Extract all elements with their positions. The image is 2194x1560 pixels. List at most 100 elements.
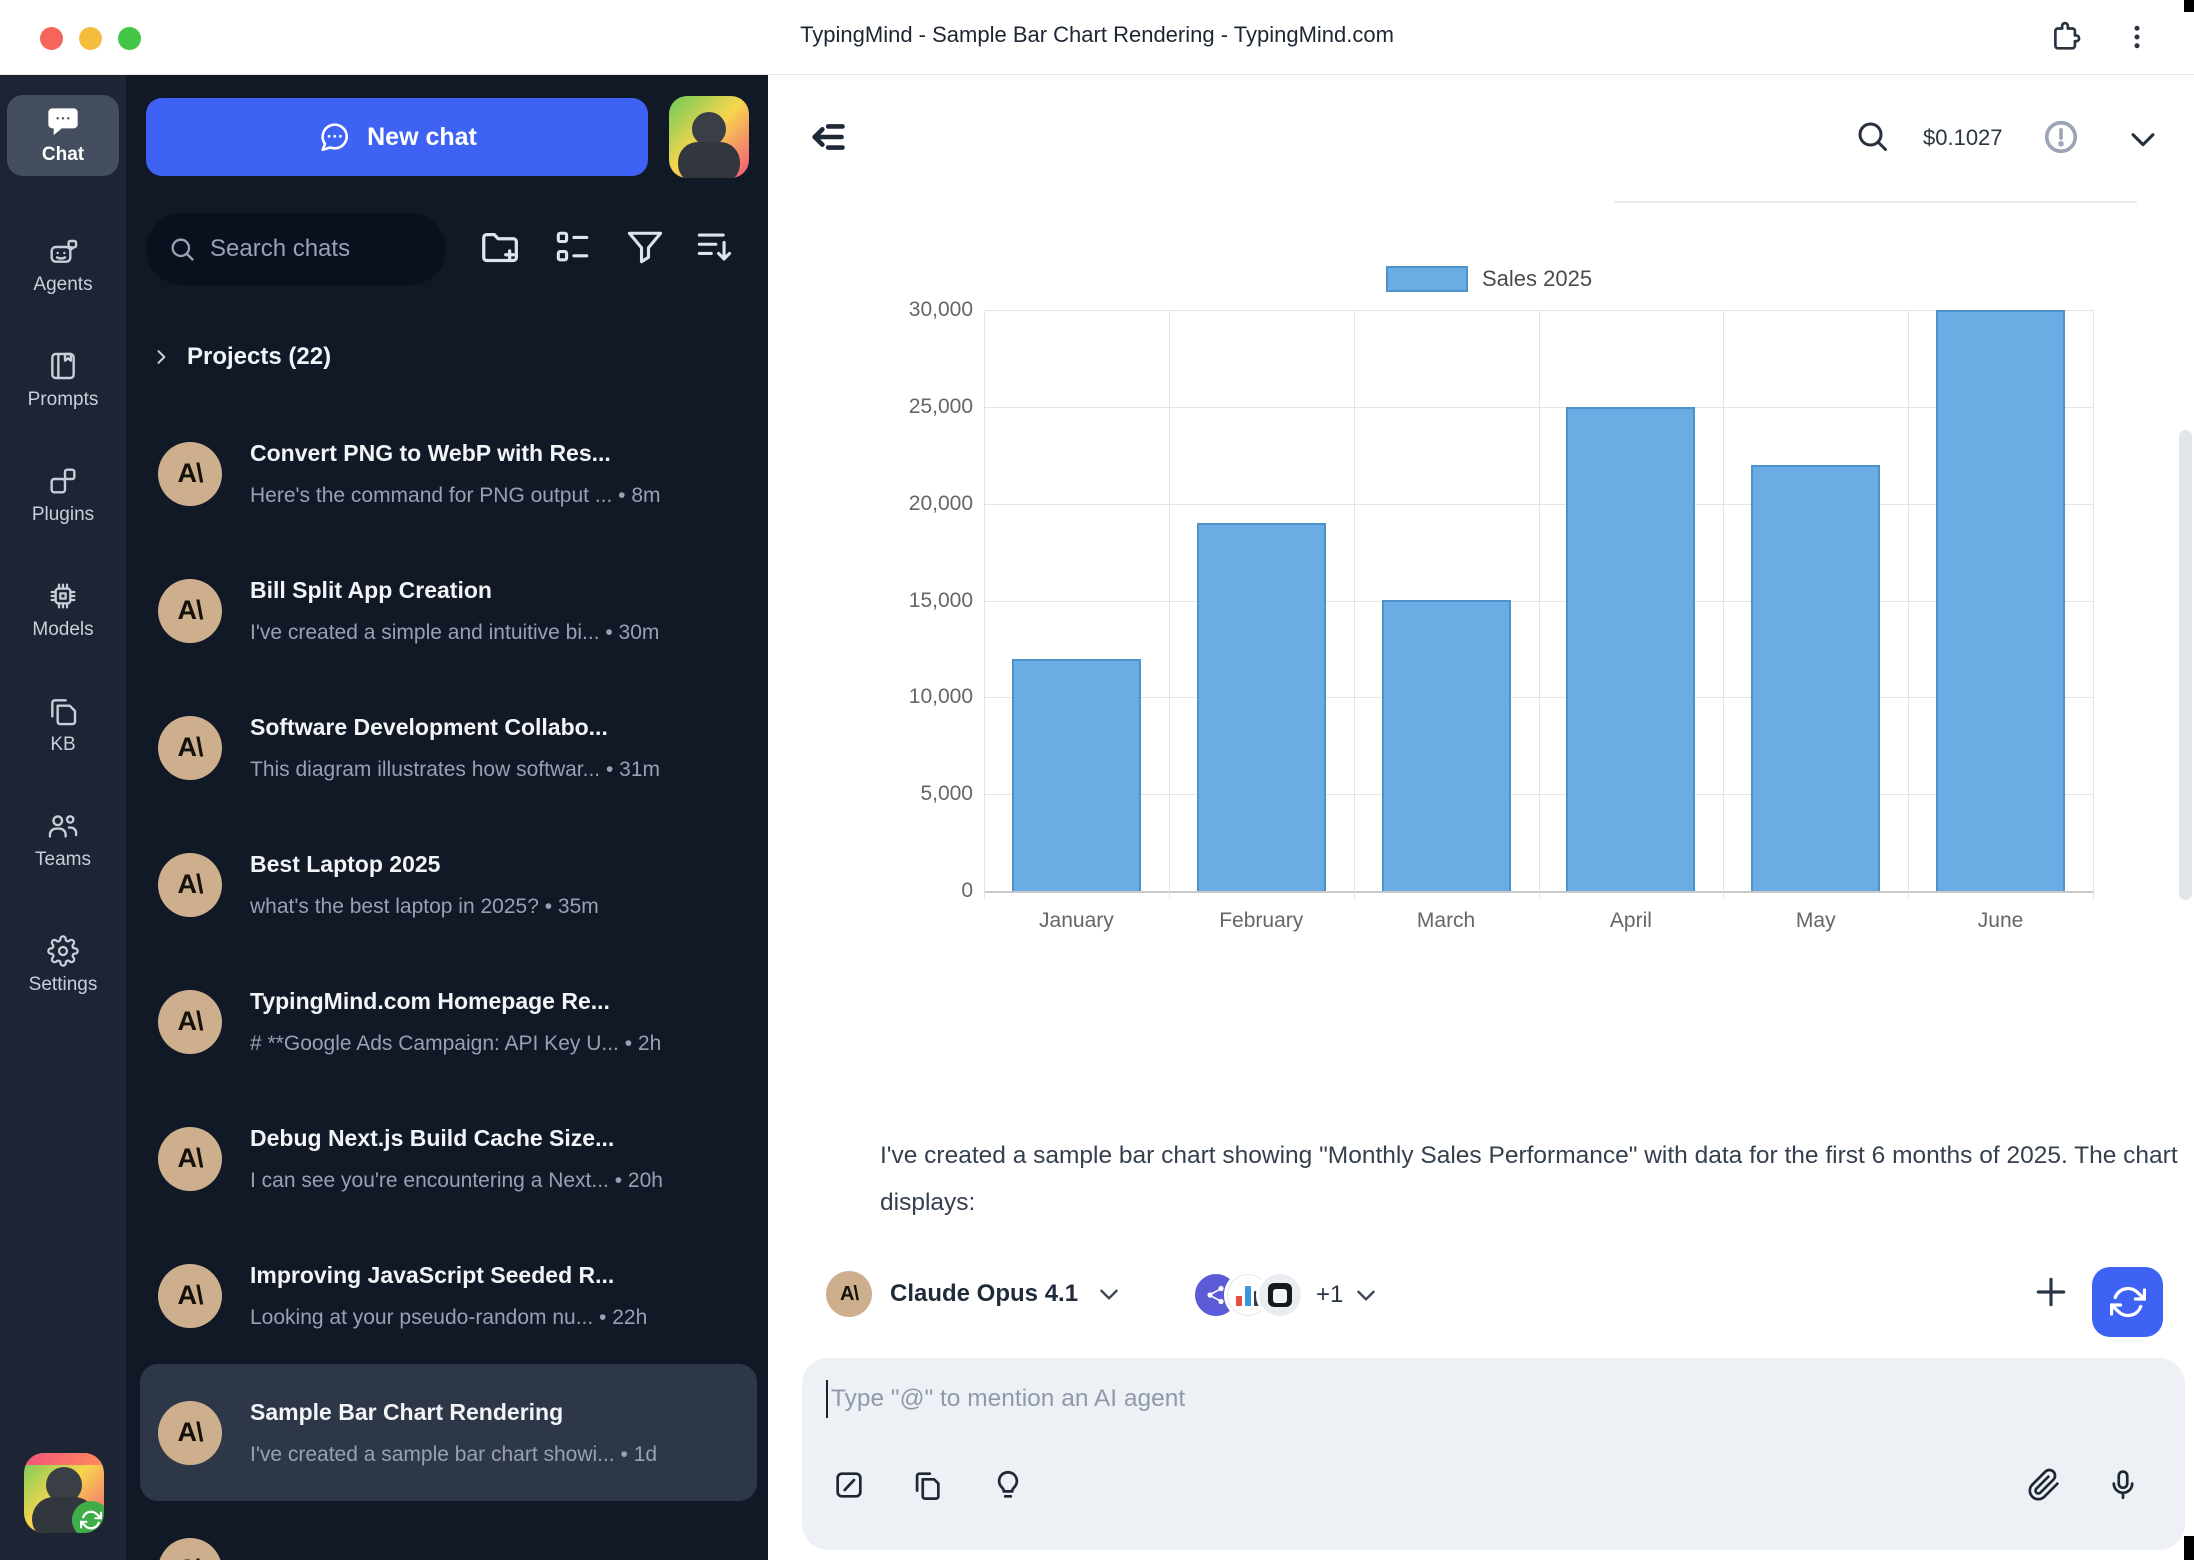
cost-display[interactable]: $0.1027 — [1923, 125, 2003, 151]
x-axis-tick: April — [1539, 909, 1724, 933]
text-caret — [826, 1380, 828, 1418]
chat-list-item[interactable]: A\Debug Next.js Build Cache Size...I can… — [140, 1090, 757, 1227]
lightbulb-icon[interactable] — [991, 1468, 1025, 1502]
projects-section-toggle[interactable]: Projects (22) — [151, 343, 331, 371]
rail-item-plugins[interactable]: Plugins — [7, 455, 119, 536]
plugin-canvas-icon — [1256, 1271, 1304, 1319]
chat-list-item[interactable]: A\TypingMind.com Homepage Re...# **Googl… — [140, 953, 757, 1090]
user-avatar[interactable] — [24, 1453, 104, 1533]
gear-icon — [47, 935, 79, 967]
chat-list-item[interactable]: A\Convert PNG to WebP with Res...Here's … — [140, 405, 757, 542]
sales-bar-chart: Sales 2025 30,00025,00020,00015,00010,00… — [768, 265, 2194, 1065]
rail-item-label: Models — [32, 619, 93, 641]
profile-avatar[interactable] — [669, 96, 749, 178]
y-axis-tick: 5,000 — [788, 782, 973, 806]
search-chats-box — [146, 213, 446, 285]
chat-list-item[interactable]: A\ Best Laptop 2025 what's the best laptop… — [140, 816, 757, 953]
title-bar: TypingMind - Sample Bar Chart Rendering … — [0, 0, 2194, 75]
model-selector[interactable]: A\ Claude Opus 4.1 — [820, 1270, 1128, 1318]
rail-item-kb[interactable]: KB — [7, 685, 119, 766]
microphone-icon[interactable] — [2106, 1468, 2140, 1502]
attachment-icon[interactable] — [2027, 1468, 2061, 1502]
bar-june[interactable] — [1936, 310, 2065, 891]
y-axis-tick: 20,000 — [788, 492, 973, 516]
anthropic-avatar: A\ — [158, 579, 222, 643]
sync-badge-icon — [72, 1501, 104, 1533]
x-axis-tick: March — [1354, 909, 1539, 933]
chat-title: Software Development Collabo... — [250, 714, 660, 741]
model-row: A\ Claude Opus 4.1 +1 — [768, 1270, 2194, 1345]
y-axis-tick: 30,000 — [788, 298, 973, 322]
anthropic-avatar: A\ — [158, 853, 222, 917]
rail-item-label: Chat — [42, 144, 84, 166]
extensions-icon[interactable] — [2048, 20, 2082, 54]
assistant-message: I've created a sample bar chart showing … — [880, 1132, 2194, 1228]
rail-item-label: Prompts — [28, 389, 99, 411]
regenerate-button[interactable] — [2092, 1267, 2163, 1337]
chat-title: Best Laptop 2025 — [250, 851, 599, 878]
add-button[interactable] — [2026, 1272, 2076, 1312]
y-axis-tick: 0 — [788, 879, 973, 903]
anthropic-avatar: A\ — [158, 442, 222, 506]
bar-february[interactable] — [1197, 523, 1326, 891]
canvas-edit-icon[interactable] — [832, 1468, 866, 1502]
new-folder-icon[interactable] — [478, 225, 524, 271]
filter-icon[interactable] — [623, 225, 667, 269]
rail-item-models[interactable]: Models — [7, 570, 119, 651]
nav-rail: Chat Agents Prompts Plugins — [0, 75, 126, 1560]
bar-january[interactable] — [1012, 659, 1141, 891]
search-chats-input[interactable] — [208, 234, 418, 264]
gridline — [1539, 310, 1540, 899]
scrollbar-thumb[interactable] — [2179, 430, 2192, 900]
new-chat-button[interactable]: New chat — [146, 98, 648, 176]
y-axis-tick: 15,000 — [788, 589, 973, 613]
rail-item-settings[interactable]: Settings — [7, 925, 119, 1006]
rail-item-agents[interactable]: Agents — [7, 225, 119, 306]
anthropic-avatar: A\ — [158, 1401, 222, 1465]
chat-snippet: what's the best laptop in 2025? • 35m — [250, 895, 599, 919]
bulk-select-icon[interactable] — [551, 225, 595, 269]
new-chat-bubble-icon — [317, 120, 351, 154]
warning-circle-icon[interactable] — [2036, 117, 2086, 157]
message-input-box[interactable]: Type "@" to mention an AI agent — [802, 1358, 2185, 1550]
kebab-menu-icon[interactable] — [2122, 20, 2152, 54]
search-icon — [168, 235, 196, 263]
rail-item-prompts[interactable]: Prompts — [7, 340, 119, 421]
chat-snippet: I've created a sample bar chart showi...… — [250, 1443, 657, 1467]
chat-list-item[interactable]: A\Improving JavaScript Seeded R...Lookin… — [140, 1227, 757, 1364]
chat-bubble-icon — [47, 105, 79, 137]
collapse-sidebar-icon[interactable] — [802, 113, 860, 161]
input-line: Type "@" to mention an AI agent — [826, 1380, 1185, 1418]
chevron-down-icon[interactable] — [2120, 121, 2166, 157]
rail-item-chat[interactable]: Chat — [7, 95, 119, 176]
chat-list: A\Convert PNG to WebP with Res...Here's … — [134, 405, 763, 1560]
pages-icon[interactable] — [910, 1468, 944, 1502]
chat-title: Bill Split App Creation — [250, 577, 659, 604]
sort-icon[interactable] — [692, 225, 736, 269]
bar-may[interactable] — [1751, 465, 1880, 891]
x-axis-tick: June — [1908, 909, 2093, 933]
anthropic-avatar: A\ — [158, 1538, 222, 1560]
bar-april[interactable] — [1566, 407, 1695, 891]
rail-item-label: Agents — [33, 274, 92, 296]
chat-list-item[interactable]: A\Software Development Collabo...This di… — [140, 679, 757, 816]
chat-panel: New chat — [126, 75, 768, 1560]
rail-item-label: Teams — [35, 849, 91, 871]
chat-list-item[interactable]: A\Sample Bar Chart RenderingI've created… — [140, 1364, 757, 1501]
rail-item-teams[interactable]: Teams — [7, 800, 119, 881]
chat-list-item[interactable]: A\Add Dark Mode to PluginPermi... — [140, 1501, 757, 1560]
chart-legend[interactable]: Sales 2025 — [1386, 266, 1592, 292]
bar-march[interactable] — [1382, 600, 1511, 891]
chat-list-item[interactable]: A\Bill Split App CreationI've created a … — [140, 542, 757, 679]
chat-title: Convert PNG to WebP with Res... — [250, 440, 661, 467]
screen-corner-artifact — [2184, 0, 2194, 12]
screen-corner-artifact — [2184, 1536, 2194, 1560]
x-axis-tick: February — [1169, 909, 1354, 933]
rail-item-label: Settings — [29, 974, 98, 996]
new-chat-label: New chat — [367, 123, 477, 152]
search-messages-icon[interactable] — [1848, 117, 1896, 155]
chip-icon — [47, 580, 79, 612]
plugins-selector[interactable]: +1 — [1186, 1270, 1385, 1320]
x-axis-tick: January — [984, 909, 1169, 933]
chat-snippet: Looking at your pseudo-random nu... • 22… — [250, 1306, 647, 1330]
